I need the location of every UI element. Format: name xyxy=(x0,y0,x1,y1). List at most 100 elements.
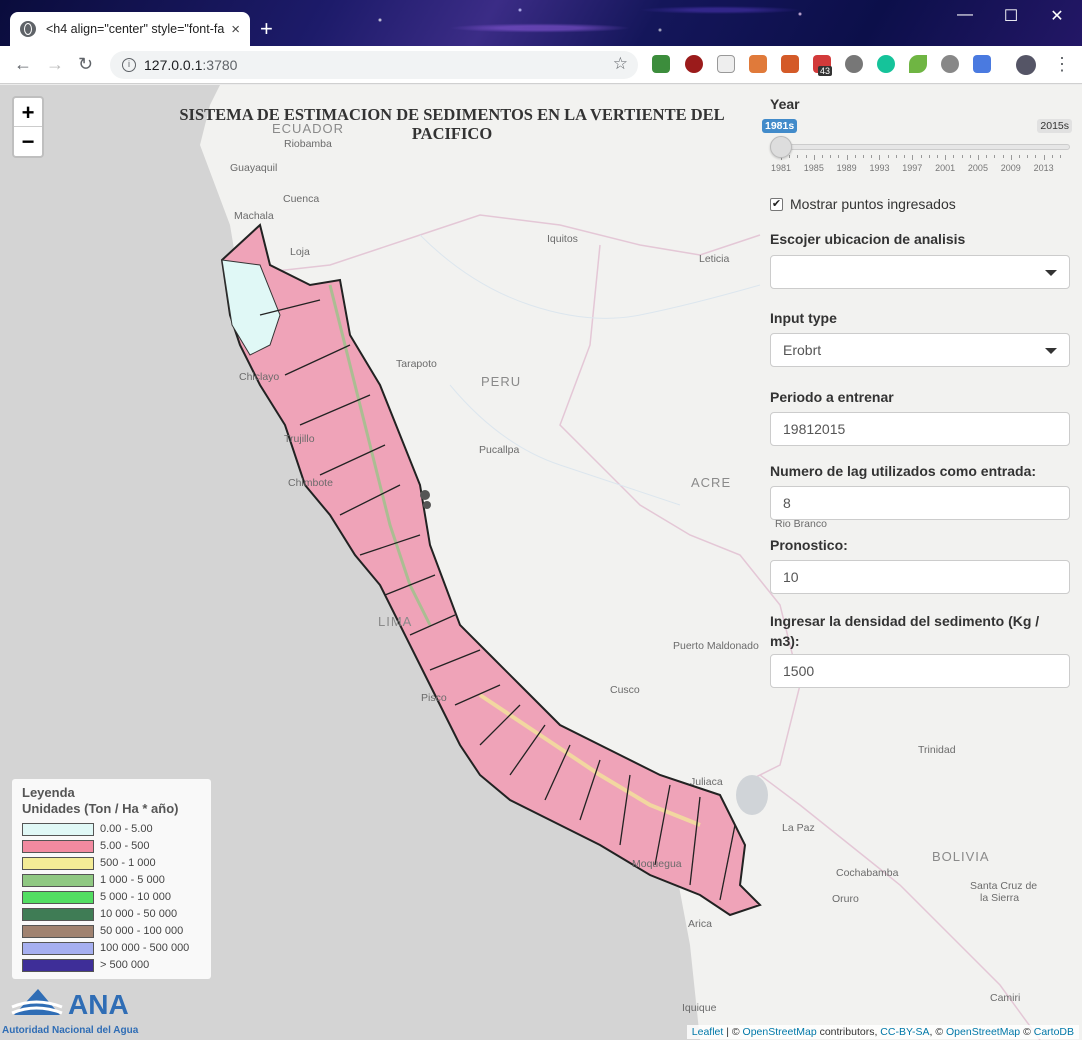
close-window-button[interactable]: ✕ xyxy=(1034,6,1080,26)
map-label: Loja xyxy=(290,246,310,258)
location-label: Escojer ubicacion de analisis xyxy=(770,231,966,247)
bookmark-star-icon[interactable]: ☆ xyxy=(613,54,628,74)
menu-dots-icon[interactable]: ⋮ xyxy=(1053,54,1071,75)
slider-tick xyxy=(936,155,938,158)
tab-title: <h4 align="center" style="font-fa xyxy=(45,22,225,36)
slider-tick xyxy=(953,155,955,158)
slider-tick xyxy=(846,155,848,160)
slider-tick-label: 2013 xyxy=(1033,163,1054,173)
app-page: ECUADOR Riobamba Guayaquil Cuenca Machal… xyxy=(0,85,1082,1040)
lag-input[interactable]: 8 xyxy=(770,486,1070,520)
slider-tick xyxy=(986,155,988,158)
extension-icon[interactable] xyxy=(781,55,799,73)
map-label: Pisco xyxy=(421,692,447,704)
back-arrow-icon[interactable]: ← xyxy=(14,54,32,75)
ublock-icon[interactable] xyxy=(685,55,703,73)
extension-icon[interactable] xyxy=(652,55,670,73)
slider-tick xyxy=(838,155,840,158)
legend-swatch xyxy=(22,874,94,887)
extension-icon[interactable] xyxy=(941,55,959,73)
input-type-value: Erobrt xyxy=(783,342,822,358)
zoom-in-button[interactable]: + xyxy=(14,98,42,127)
year-slider[interactable]: 1981s 2015s 1981 1985 1989 1993 1997 2001 2005… xyxy=(762,85,1082,180)
legend-swatch xyxy=(22,823,94,836)
globe-icon xyxy=(20,21,36,37)
map-label: Guayaquil xyxy=(230,162,278,174)
map-label: Trujillo xyxy=(284,433,315,445)
density-input[interactable]: 1500 xyxy=(770,654,1070,688)
legend-item: 5.00 - 500 xyxy=(22,838,201,855)
zoom-out-button[interactable]: − xyxy=(14,127,42,156)
slider-tick xyxy=(1060,155,1061,158)
forecast-input[interactable]: 10 xyxy=(770,560,1070,594)
slider-tick-label: 2009 xyxy=(1000,163,1021,173)
browser-titlebar: <h4 align="center" style="font-fa × + — … xyxy=(0,0,1082,46)
slider-max-badge: 2015s xyxy=(1037,119,1072,133)
chevron-down-icon xyxy=(1045,270,1057,276)
slider-tick xyxy=(1043,155,1045,160)
ana-logo: ANA Autoridad Nacional del Agua xyxy=(2,985,162,1040)
maximize-button[interactable]: ☐ xyxy=(988,6,1034,26)
address-bar[interactable]: i 127.0.0.1:3780 ☆ xyxy=(110,51,638,79)
extension-icon[interactable] xyxy=(717,55,735,73)
grammarly-icon[interactable] xyxy=(877,55,895,73)
legend-title: Leyenda xyxy=(22,785,75,800)
map-label: Tarapoto xyxy=(396,358,437,370)
legend-swatch xyxy=(22,959,94,972)
forecast-label: Pronostico: xyxy=(770,537,848,553)
leaf-icon[interactable] xyxy=(909,55,927,73)
legend-swatch xyxy=(22,891,94,904)
map-label: Iquitos xyxy=(547,233,578,245)
legend-item-label: 100 000 - 500 000 xyxy=(100,942,190,954)
slider-tick xyxy=(789,155,791,158)
browser-toolbar: ← → ↻ i 127.0.0.1:3780 ☆ 43 ⋮ xyxy=(0,46,1082,84)
period-input[interactable]: 19812015 xyxy=(770,412,1070,446)
attribution-text: | © xyxy=(723,1026,743,1038)
title-line-2: PACIFICO xyxy=(411,124,493,143)
slider-tick xyxy=(854,155,856,158)
slider-min-badge: 1981s xyxy=(762,119,798,133)
minimize-button[interactable]: — xyxy=(942,6,988,24)
forward-arrow-icon[interactable]: → xyxy=(46,54,64,75)
extension-icon[interactable] xyxy=(845,55,863,73)
slider-tick xyxy=(871,155,873,158)
slider-handle[interactable] xyxy=(770,136,792,158)
map-label: Chimbote xyxy=(288,477,333,489)
input-type-select[interactable]: Erobrt xyxy=(770,333,1070,367)
avatar[interactable] xyxy=(1016,55,1036,75)
leaflet-link[interactable]: Leaflet xyxy=(692,1026,724,1038)
slider-tick xyxy=(822,155,824,158)
legend-item-label: 5.00 - 500 xyxy=(100,840,150,852)
zoom-control: + − xyxy=(12,96,44,158)
slider-track[interactable] xyxy=(778,144,1070,150)
show-points-checkbox[interactable]: ✔ xyxy=(770,198,783,211)
slider-tick xyxy=(1035,155,1037,158)
slider-tick xyxy=(1051,155,1053,158)
info-icon[interactable]: i xyxy=(122,58,136,72)
lag-label: Numero de lag utilizados como entrada: xyxy=(770,463,1037,479)
link-icon[interactable] xyxy=(973,55,991,73)
map-label: LIMA xyxy=(378,614,413,629)
slider-tick xyxy=(797,155,799,158)
location-select[interactable] xyxy=(770,255,1070,289)
map-label: Cuenca xyxy=(283,193,320,205)
reload-icon[interactable]: ↻ xyxy=(78,54,93,75)
slider-tick xyxy=(813,155,815,160)
slider-tick-label: 1985 xyxy=(803,163,824,173)
browser-tab[interactable]: <h4 align="center" style="font-fa × xyxy=(10,12,250,46)
period-label: Periodo a entrenar xyxy=(770,389,894,405)
slider-tick xyxy=(830,155,832,158)
map-label: ACRE xyxy=(691,475,732,490)
slider-tick xyxy=(977,155,979,160)
url-port: :3780 xyxy=(202,57,238,73)
legend-item-label: 5 000 - 10 000 xyxy=(100,891,171,903)
slider-tick xyxy=(969,155,971,158)
extension-icon[interactable] xyxy=(749,55,767,73)
tab-close-button[interactable]: × xyxy=(231,21,240,38)
legend-item-label: > 500 000 xyxy=(100,959,150,971)
legend-item-label: 50 000 - 100 000 xyxy=(100,925,184,937)
legend-item-label: 1 000 - 5 000 xyxy=(100,874,165,886)
new-tab-button[interactable]: + xyxy=(260,18,273,40)
map-legend: Leyenda Unidades (Ton / Ha * año) 0.00 -… xyxy=(12,779,211,979)
legend-item: > 500 000 xyxy=(22,957,201,974)
